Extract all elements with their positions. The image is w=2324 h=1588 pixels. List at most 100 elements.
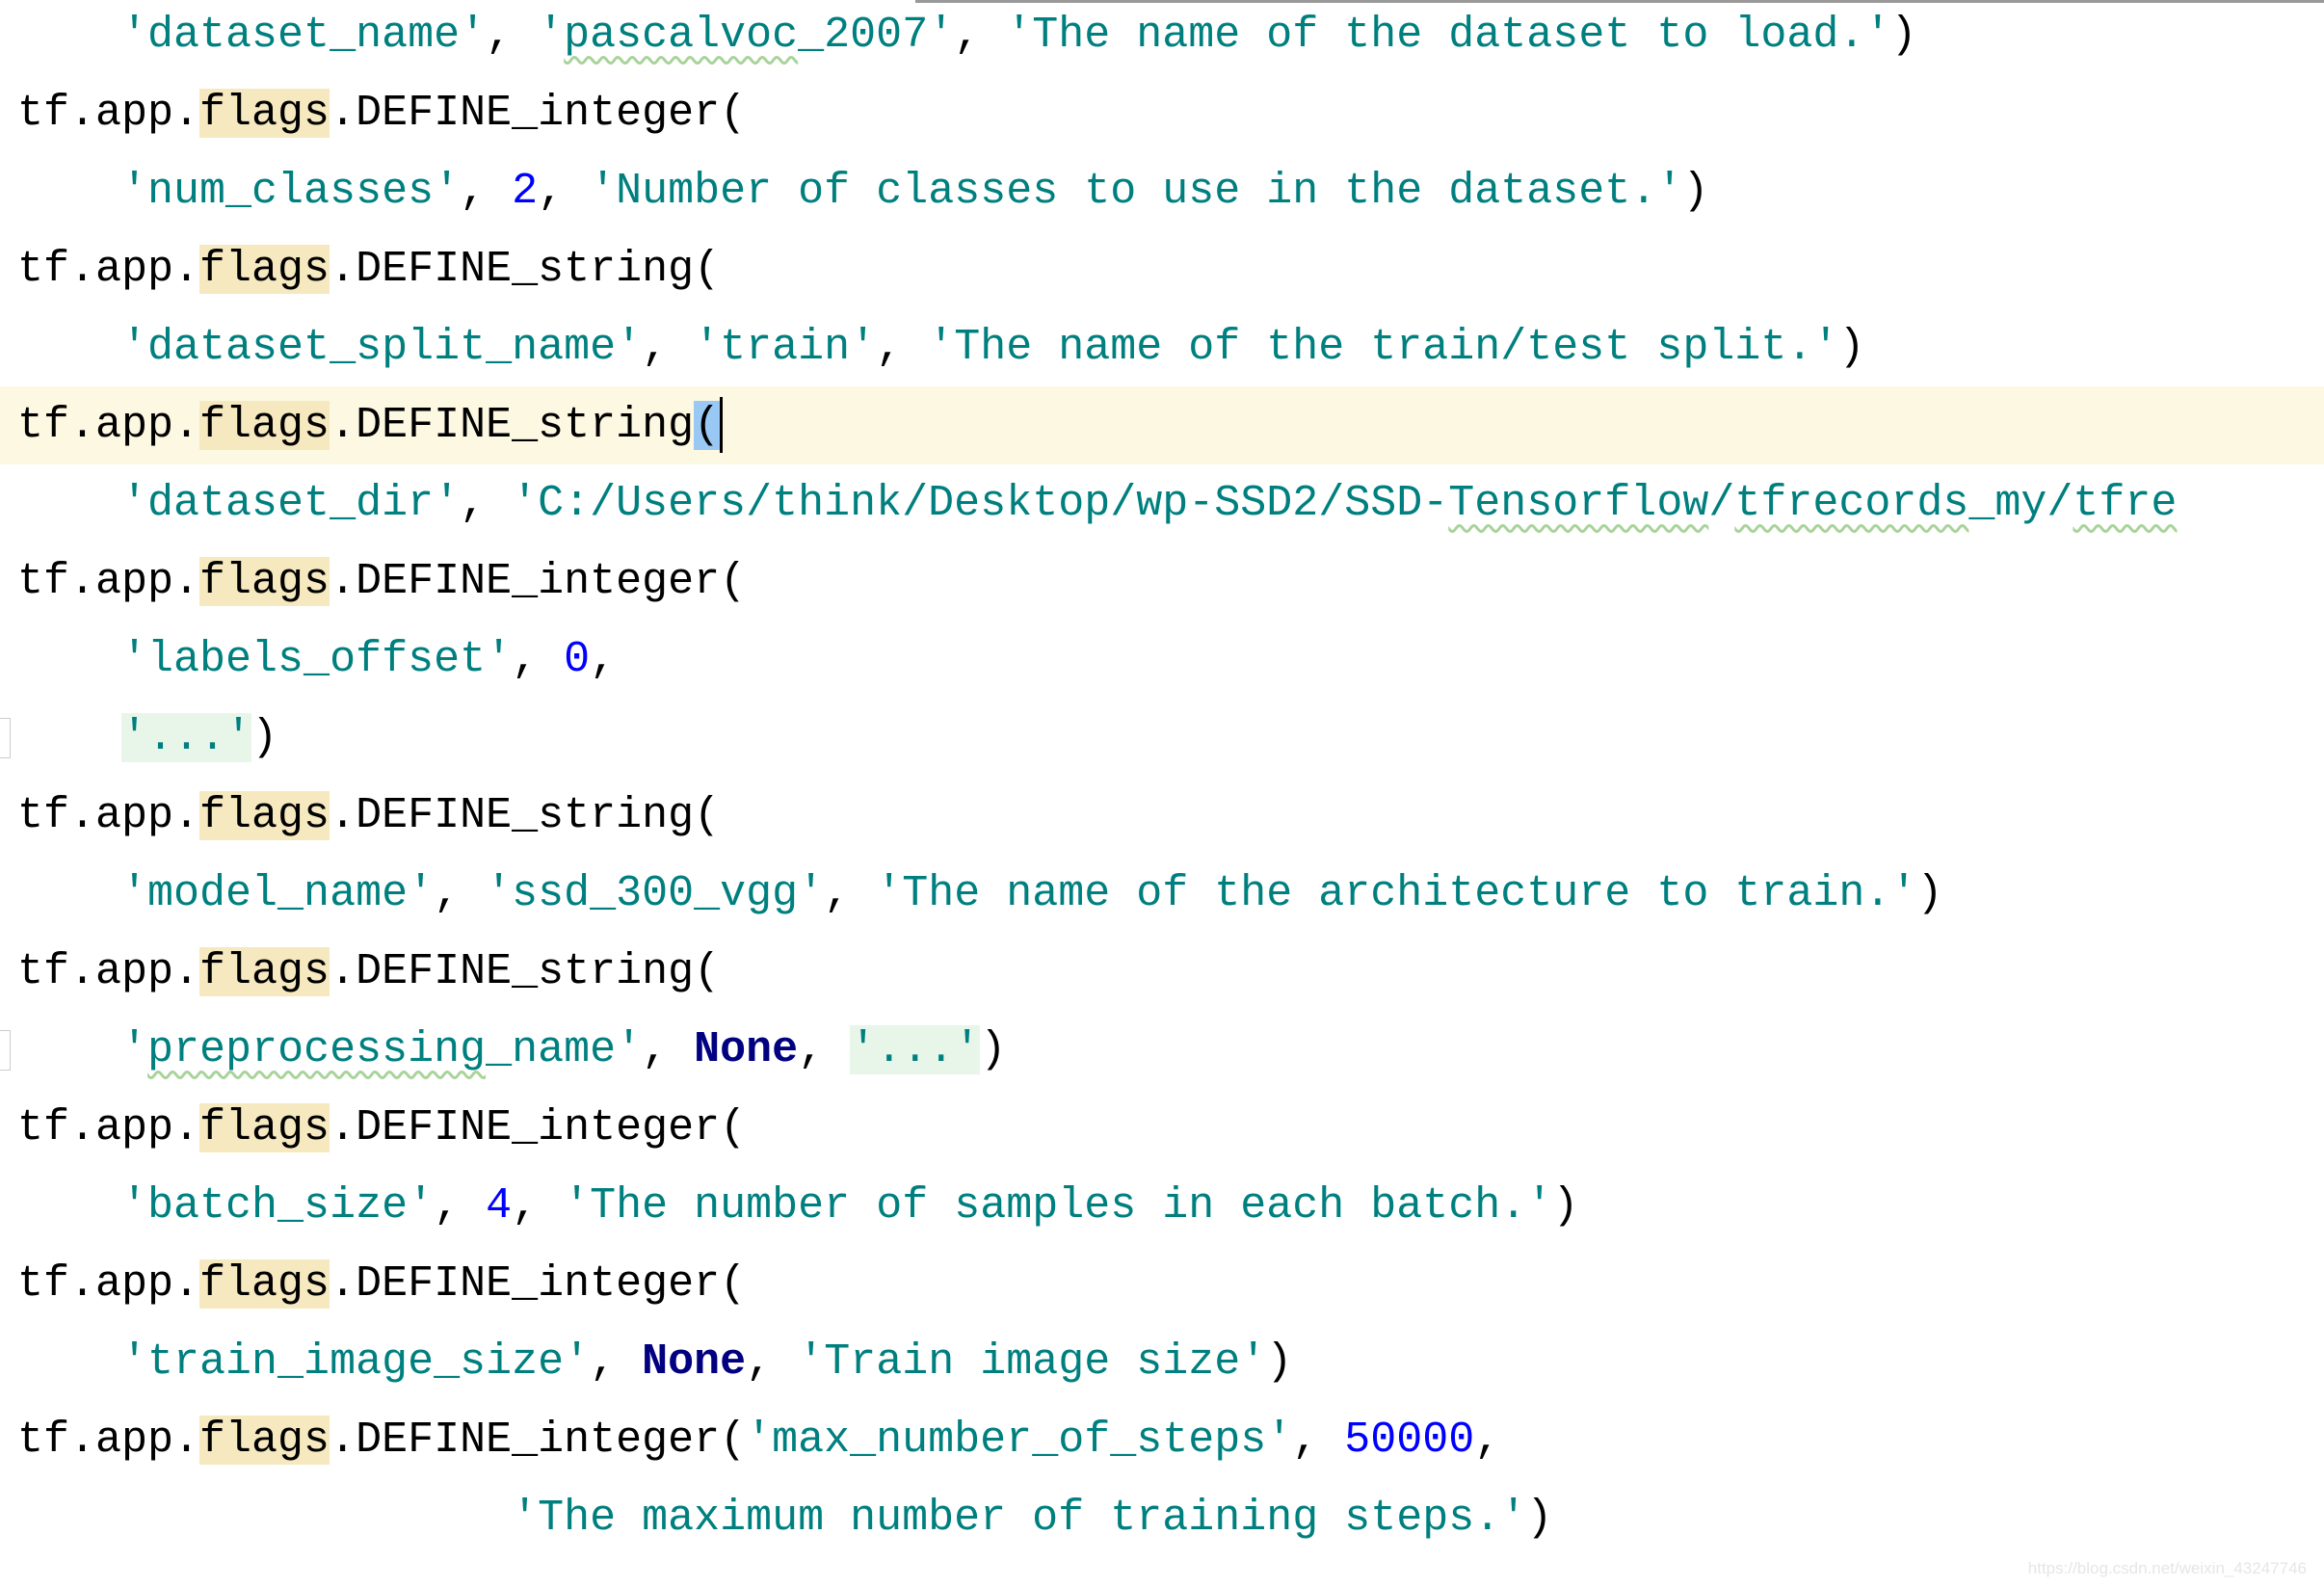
string-literal: 'Train image size' [798, 1337, 1267, 1387]
code-line[interactable]: 'dataset_name', 'pascalvoc_2007', 'The n… [0, 0, 2324, 74]
string-literal: tfre [2073, 479, 2178, 528]
watermark: https://blog.csdn.net/weixin_43247746 [2027, 1559, 2307, 1577]
text-caret [720, 397, 724, 454]
code-token: , [512, 1181, 565, 1231]
code-token: .DEFINE_string( [330, 791, 721, 840]
flags-highlight: flags [199, 791, 330, 840]
code-token: , [590, 635, 617, 684]
code-token: tf.app. [17, 947, 200, 996]
number-literal: 0 [564, 635, 591, 684]
code-line[interactable]: 'The maximum number of training steps.') [0, 1479, 2324, 1557]
code-line[interactable]: tf.app.flags.DEFINE_string( [0, 777, 2324, 855]
flags-highlight: flags [199, 1103, 330, 1152]
code-line[interactable]: tf.app.flags.DEFINE_integer( [0, 543, 2324, 621]
code-line[interactable]: 'model_name', 'ssd_300_vgg', 'The name o… [0, 855, 2324, 933]
code-token: tf.app. [17, 245, 200, 294]
code-token: .DEFINE_integer( [330, 1103, 747, 1152]
string-literal: tfrecords [1734, 479, 1969, 528]
string-literal: 'dataset_dir' [121, 479, 461, 528]
code-line[interactable]: 'dataset_dir', 'C:/Users/think/Desktop/w… [0, 464, 2324, 543]
code-token: ) [1890, 11, 1917, 60]
code-token: , [434, 1181, 487, 1231]
code-token: ) [1682, 167, 1709, 216]
string-literal: 'Number of classes to use in the dataset… [590, 167, 1683, 216]
string-literal: 'max_number_of_steps' [746, 1416, 1293, 1465]
code-line[interactable]: 'preprocessing_name', None, '...') [0, 1011, 2324, 1089]
code-token: .DEFINE_string( [330, 947, 721, 996]
string-literal: 'train' [694, 323, 877, 372]
code-token: , [512, 635, 565, 684]
code-line[interactable]: tf.app.flags.DEFINE_string( [0, 933, 2324, 1011]
code-token: tf.app. [17, 1103, 200, 1152]
string-literal: 'The maximum number of training steps.' [512, 1494, 1527, 1543]
code-token: , [798, 1025, 851, 1074]
code-token: tf.app. [17, 401, 200, 450]
code-token: .DEFINE_integer( [330, 1259, 747, 1309]
keyword: None [694, 1025, 799, 1074]
code-token: , [538, 167, 591, 216]
code-token: ) [1526, 1494, 1553, 1543]
flags-highlight: flags [199, 89, 330, 138]
string-literal: / [1708, 479, 1735, 528]
code-token: tf.app. [17, 557, 200, 606]
code-token: tf.app. [17, 1259, 200, 1309]
code-line[interactable]: 'dataset_split_name', 'train', 'The name… [0, 308, 2324, 386]
code-line[interactable]: tf.app.flags.DEFINE_integer( [0, 74, 2324, 152]
code-token: , [876, 323, 929, 372]
code-token: , [824, 869, 877, 918]
flags-highlight: flags [199, 947, 330, 996]
code-line[interactable]: tf.app.flags.DEFINE_integer('max_number_… [0, 1401, 2324, 1479]
flags-highlight: flags [199, 401, 330, 450]
fold-marker-icon[interactable] [0, 718, 11, 758]
code-line[interactable]: tf.app.flags.DEFINE_string( [0, 386, 2324, 464]
string-literal: pascalvoc [564, 11, 799, 60]
string-literal: 'C:/Users/think/Desktop/wp-SSD2/SSD- [512, 479, 1449, 528]
number-literal: 2 [512, 167, 539, 216]
code-line[interactable]: 'num_classes', 2, 'Number of classes to … [0, 152, 2324, 230]
keyword: None [642, 1337, 747, 1387]
code-line[interactable]: tf.app.flags.DEFINE_integer( [0, 1245, 2324, 1323]
string-literal: _2007' [798, 11, 955, 60]
code-token: , [1292, 1416, 1345, 1465]
folded-text[interactable]: '...' [121, 713, 252, 762]
code-token: .DEFINE_string( [330, 245, 721, 294]
string-literal: 'The name of the architecture to train.' [876, 869, 1917, 918]
string-literal: 'train_image_size' [121, 1337, 591, 1387]
code-token: tf.app. [17, 1416, 200, 1465]
string-literal: ' [538, 11, 565, 60]
string-literal: preprocessing [147, 1025, 487, 1074]
code-line[interactable]: '...') [0, 699, 2324, 777]
code-token: , [486, 11, 539, 60]
fold-marker-icon[interactable] [0, 1030, 11, 1071]
code-token: , [434, 869, 487, 918]
code-line[interactable]: 'train_image_size', None, 'Train image s… [0, 1323, 2324, 1401]
flags-highlight: flags [199, 557, 330, 606]
code-token: tf.app. [17, 791, 200, 840]
code-token: ) [1916, 869, 1943, 918]
code-token: ) [980, 1025, 1007, 1074]
code-line[interactable]: tf.app.flags.DEFINE_integer( [0, 1089, 2324, 1167]
code-token: , [460, 479, 513, 528]
string-literal: 'The name of the dataset to load.' [1006, 11, 1891, 60]
number-literal: 50000 [1344, 1416, 1475, 1465]
code-line[interactable]: tf.app.flags.DEFINE_string( [0, 230, 2324, 308]
code-token: , [746, 1337, 799, 1387]
flags-highlight: flags [199, 1416, 330, 1465]
code-line[interactable]: 'batch_size', 4, 'The number of samples … [0, 1167, 2324, 1245]
folded-text[interactable]: '...' [850, 1025, 981, 1074]
string-literal: 'The name of the train/test split.' [928, 323, 1839, 372]
code-token: .DEFINE_integer( [330, 89, 747, 138]
string-literal: 'num_classes' [121, 167, 461, 216]
string-literal: 'dataset_split_name' [121, 323, 643, 372]
code-line[interactable]: 'labels_offset', 0, [0, 621, 2324, 699]
code-editor[interactable]: 'dataset_name', 'pascalvoc_2007', 'The n… [0, 0, 2324, 1557]
